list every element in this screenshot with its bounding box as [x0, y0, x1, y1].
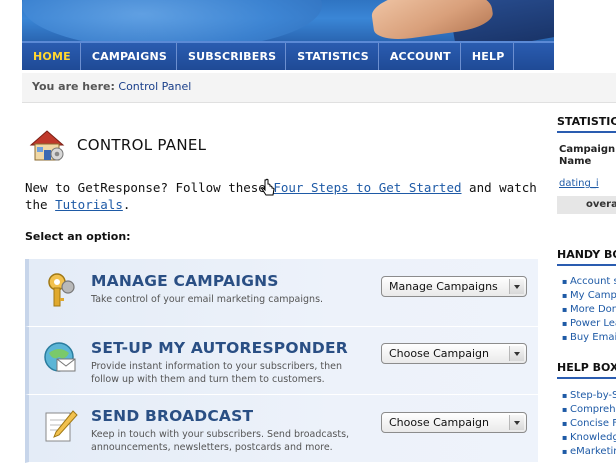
nav-item-account[interactable]: ACCOUNT	[379, 43, 461, 70]
manage-campaigns-dropdown[interactable]: Manage Campaigns	[381, 276, 527, 297]
dropdown-value: Choose Campaign	[389, 416, 489, 429]
autoresponder-icon	[44, 342, 76, 372]
broadcast-campaign-dropdown[interactable]: Choose Campaign	[381, 412, 527, 433]
banner-edge	[554, 0, 616, 41]
option-title[interactable]: SET-UP MY AUTORESPONDER	[91, 339, 348, 357]
broadcast-icon	[45, 410, 78, 442]
handy-link[interactable]: Account s	[562, 275, 616, 289]
nav-item-home[interactable]: HOME	[22, 43, 81, 70]
handy-box-title: HANDY BO	[557, 248, 616, 261]
help-box-title: HELP BOX	[557, 361, 616, 374]
chevron-down-icon[interactable]	[509, 415, 524, 430]
autoresponder-campaign-dropdown[interactable]: Choose Campaign	[381, 343, 527, 364]
chevron-down-icon[interactable]	[509, 279, 524, 294]
option-description: Provide instant information to your subs…	[91, 361, 343, 385]
nav-item-campaigns[interactable]: CAMPAIGNS	[81, 43, 177, 70]
dropdown-value: Manage Campaigns	[389, 280, 498, 293]
tutorials-link[interactable]: Tutorials	[55, 197, 123, 212]
globe-graphic	[22, 0, 322, 41]
column-header-line-1: Campaign	[559, 144, 616, 155]
option-title[interactable]: SEND BROADCAST	[91, 407, 253, 425]
help-link[interactable]: Concise F	[562, 417, 616, 431]
help-link[interactable]: eMarketin	[562, 445, 616, 459]
page-title: CONTROL PANEL	[77, 136, 207, 154]
campaign-column-header: Campaign Name	[559, 144, 615, 168]
four-steps-link[interactable]: Four Steps to Get Started	[273, 180, 461, 195]
header-banner	[22, 0, 554, 41]
option-title[interactable]: MANAGE CAMPAIGNS	[91, 272, 279, 290]
dropdown-value: Choose Campaign	[389, 347, 489, 360]
breadcrumb: You are here: Control Panel	[22, 73, 616, 103]
handy-link[interactable]: Buy Email	[562, 331, 616, 345]
help-box-list: Step-by-S Comprehe Concise F Knowledge e…	[562, 389, 616, 459]
chevron-down-icon[interactable]	[509, 346, 524, 361]
select-option-label: Select an option:	[25, 230, 131, 243]
campaign-stat-link[interactable]: dating_i	[559, 178, 599, 189]
overall-row: overa	[557, 196, 616, 214]
help-link[interactable]: Comprehe	[562, 403, 616, 417]
intro-text-3: .	[122, 197, 131, 212]
column-header-line-2: Name	[559, 156, 592, 167]
intro-text-1: New to GetResponse? Follow these	[25, 180, 274, 195]
help-link[interactable]: Knowledge	[562, 431, 616, 445]
option-autoresponder: SET-UP MY AUTORESPONDER Provide instant …	[25, 327, 538, 395]
option-manage-campaigns: MANAGE CAMPAIGNS Take control of your em…	[25, 259, 538, 327]
right-sidebar: STATISTICS Campaign Name dating_i overa …	[554, 103, 616, 464]
divider	[557, 131, 616, 133]
nav-item-help[interactable]: HELP	[461, 43, 515, 70]
option-description: Keep in touch with your subscribers. Sen…	[91, 429, 350, 453]
nav-item-subscribers[interactable]: SUBSCRIBERS	[177, 43, 287, 70]
breadcrumb-current[interactable]: Control Panel	[118, 80, 191, 93]
keys-icon	[48, 273, 75, 307]
help-link[interactable]: Step-by-S	[562, 389, 616, 403]
house-icon	[29, 130, 65, 161]
handy-link[interactable]: Power Lea	[562, 317, 616, 331]
handy-link[interactable]: My Campa	[562, 289, 616, 303]
breadcrumb-prefix: You are here:	[32, 80, 115, 93]
main-nav: HOME CAMPAIGNS SUBSCRIBERS STATISTICS AC…	[22, 41, 554, 70]
divider	[557, 264, 616, 266]
options-list: MANAGE CAMPAIGNS Take control of your em…	[25, 259, 538, 463]
option-description: Take control of your email marketing cam…	[91, 294, 324, 305]
nav-filler	[554, 41, 616, 70]
divider	[557, 377, 616, 379]
nav-item-statistics[interactable]: STATISTICS	[286, 43, 379, 70]
handy-link[interactable]: More Dom	[562, 303, 616, 317]
handy-box-list: Account s My Campa More Dom Power Lea Bu…	[562, 275, 616, 345]
hand-cursor-icon	[261, 178, 275, 196]
option-send-broadcast: SEND BROADCAST Keep in touch with your s…	[25, 395, 538, 463]
intro-text: New to GetResponse? Follow these Four St…	[25, 179, 545, 213]
statistics-box-title: STATISTICS	[557, 115, 616, 128]
